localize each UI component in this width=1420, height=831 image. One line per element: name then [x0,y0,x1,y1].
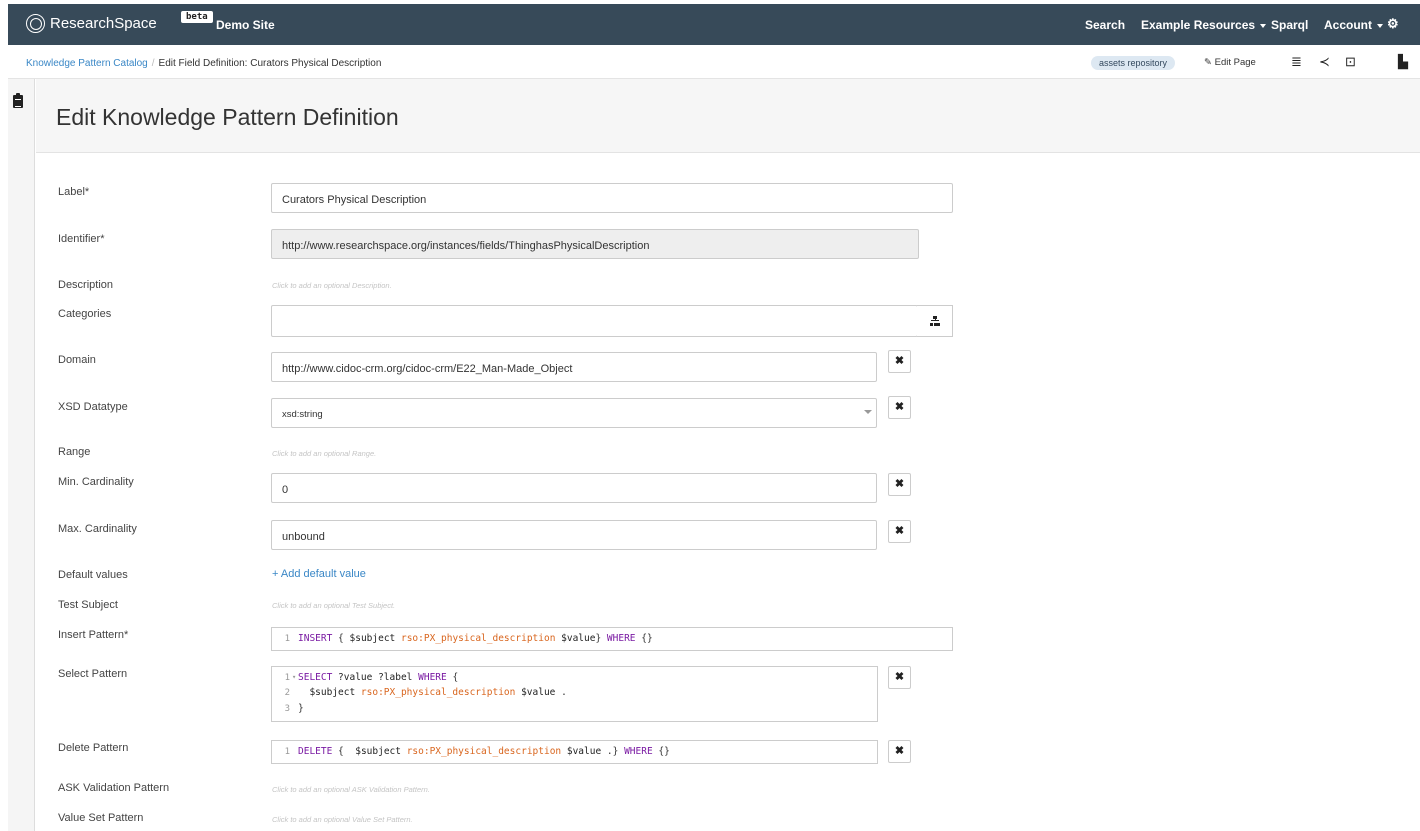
select-pattern-label: Select Pattern [58,668,128,680]
xsd-datatype-label: XSD Datatype [58,401,128,413]
brand-name: ResearchSpace [50,15,157,32]
ask-validation-placeholder[interactable]: Click to add an optional ASK Validation … [272,785,430,794]
code-line: 2 $subject rso:PX_physical_description $… [284,687,567,698]
share-icon[interactable]: ≺ [1319,54,1330,70]
nav-account-label: Account [1324,18,1372,32]
ask-validation-label: ASK Validation Pattern [58,782,170,794]
value-set-placeholder[interactable]: Click to add an optional Value Set Patte… [272,815,413,824]
range-placeholder[interactable]: Click to add an optional Range. [272,449,376,458]
test-subject-placeholder[interactable]: Click to add an optional Test Subject. [272,601,395,610]
code-line: 1 DELETE { $subject rso:PX_physical_descr… [284,746,670,757]
logo-icon [26,14,45,33]
breadcrumb-separator: / [151,58,155,69]
label-input[interactable]: Curators Physical Description [271,183,953,213]
domain-input[interactable]: http://www.cidoc-crm.org/cidoc-crm/E22_M… [271,352,877,382]
breadcrumb-current: Edit Field Definition: Curators Physical… [158,58,382,69]
beta-badge: beta [181,11,213,23]
edit-page-label: Edit Page [1214,57,1256,68]
close-icon: ✖ [894,671,905,683]
repository-badge[interactable]: assets repository [1091,56,1176,70]
close-icon: ✖ [894,525,905,537]
max-cardinality-input[interactable]: unbound [271,520,877,550]
close-icon: ✖ [894,478,905,490]
insert-pattern-label: Insert Pattern* [58,629,129,641]
nav-example-resources[interactable]: Example Resources [1141,18,1267,32]
description-label: Description [58,279,114,291]
close-icon: ✖ [894,355,905,367]
xsd-datatype-select[interactable]: xsd:string [271,398,877,428]
default-values-label: Default values [58,569,128,581]
clear-select-pattern-button[interactable]: ✖ [888,666,911,689]
edit-page-button[interactable]: ✎ Edit Page [1204,57,1256,68]
list-icon[interactable]: ≣ [1291,54,1302,70]
label-label: Label* [58,186,90,198]
close-icon: ✖ [894,745,905,757]
min-cardinality-input[interactable]: 0 [271,473,877,503]
breadcrumb-bar: Knowledge Pattern Catalog / Edit Field Def… [8,45,1420,79]
nav-search[interactable]: Search [1085,18,1125,32]
clear-min-cardinality-button[interactable]: ✖ [888,473,911,496]
description-placeholder[interactable]: Click to add an optional Description. [272,281,392,290]
nav-account[interactable]: Account [1324,18,1383,32]
nav-example-resources-label: Example Resources [1141,18,1256,32]
test-subject-label: Test Subject [58,599,118,611]
code-line: 1 SELECT ?value ?label WHERE { [284,672,459,683]
min-cardinality-label: Min. Cardinality [58,476,134,488]
nav-demo-site[interactable]: Demo Site [216,18,275,32]
categories-input[interactable] [271,305,918,337]
nav-sparql[interactable]: Sparql [1271,18,1308,32]
paste-icon[interactable]: ▙ [1398,54,1408,70]
clear-max-cardinality-button[interactable]: ✖ [888,520,911,543]
code-line: 3} [284,703,304,714]
top-navbar: ResearchSpace beta Demo Site Search Exam… [8,4,1420,45]
clear-delete-pattern-button[interactable]: ✖ [888,740,911,763]
delete-pattern-editor[interactable]: 1 DELETE { $subject rso:PX_physical_descr… [271,740,878,764]
max-cardinality-label: Max. Cardinality [58,523,137,535]
clipboard-icon[interactable] [13,93,23,108]
insert-pattern-editor[interactable]: 1 INSERT { $subject rso:PX_physical_descr… [271,627,953,651]
page-title: Edit Knowledge Pattern Definition [56,104,399,130]
delete-pattern-label: Delete Pattern [58,742,129,754]
chevron-down-icon [1377,23,1383,28]
identifier-label: Identifier* [58,233,105,245]
chevron-down-icon [1260,23,1267,28]
gear-icon[interactable]: ⚙ [1387,16,1399,32]
breadcrumb: Knowledge Pattern Catalog / Edit Field Def… [26,58,381,69]
value-set-label: Value Set Pattern [58,812,144,824]
sitemap-icon [930,316,940,326]
add-default-value-link[interactable]: + Add default value [272,568,366,580]
left-rail [8,79,35,831]
brand-logo[interactable]: ResearchSpace [26,14,157,33]
range-label: Range [58,446,91,458]
close-icon: ✖ [894,401,905,413]
clear-domain-button[interactable]: ✖ [888,350,911,373]
code-line: 1 INSERT { $subject rso:PX_physical_descr… [284,633,653,644]
categories-label: Categories [58,308,112,320]
page-header: Edit Knowledge Pattern Definition [36,79,1420,153]
chevron-down-icon[interactable] [864,410,872,414]
pencil-icon: ✎ [1204,57,1212,68]
domain-label: Domain [58,354,96,366]
category-tree-button[interactable] [917,305,953,337]
clear-datatype-button[interactable]: ✖ [888,396,911,419]
breadcrumb-root-link[interactable]: Knowledge Pattern Catalog [26,58,148,69]
select-pattern-editor[interactable]: ▾ 1 SELECT ?value ?label WHERE { 2 $subje… [271,666,878,722]
frame-icon[interactable]: ⊡ [1345,54,1356,70]
identifier-input[interactable]: http://www.researchspace.org/instances/f… [271,229,919,259]
